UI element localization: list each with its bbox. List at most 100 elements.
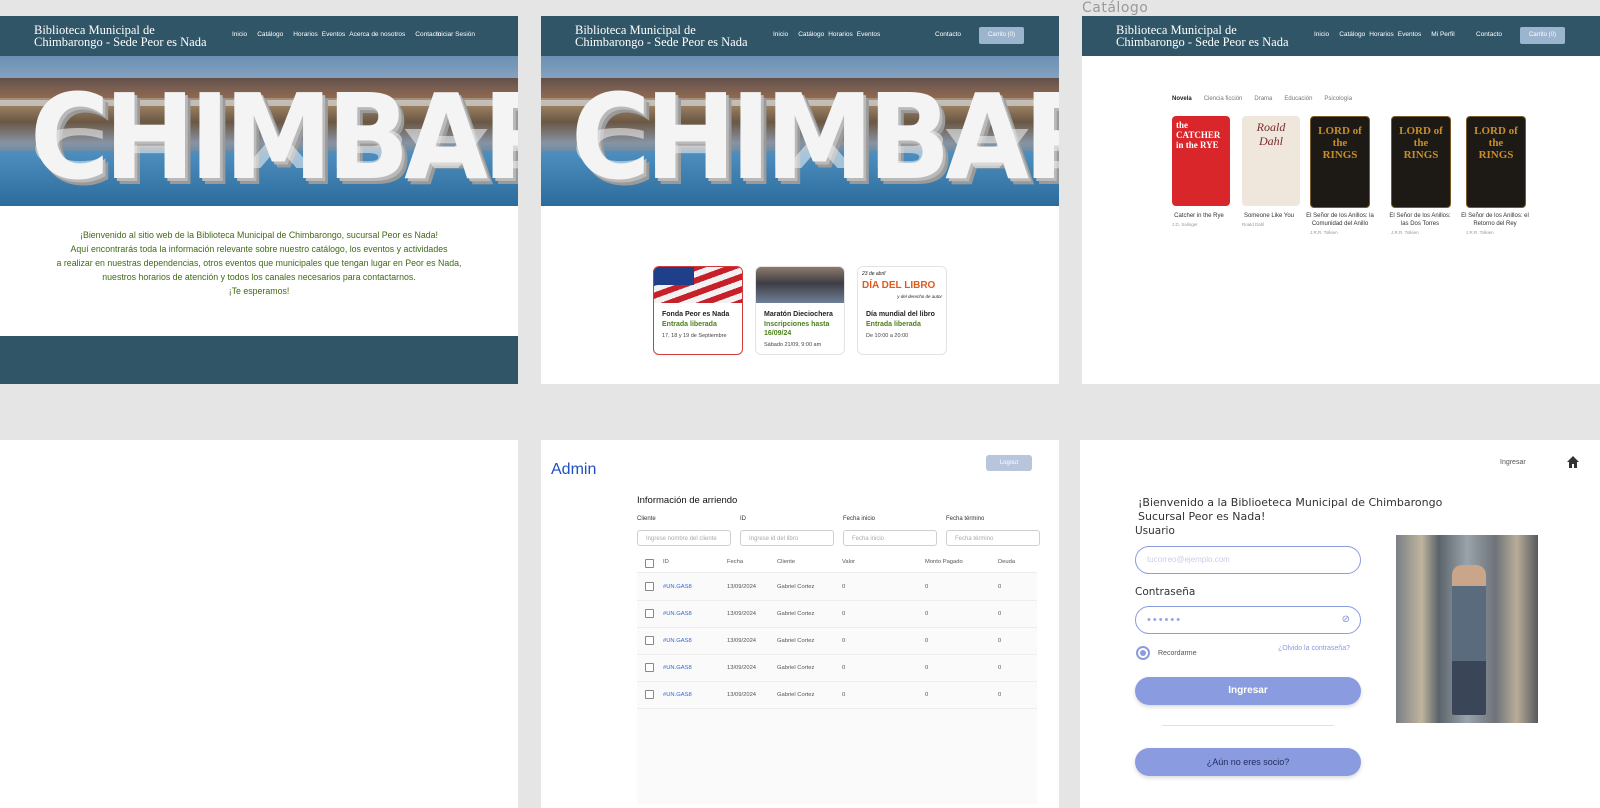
brand-line-2: Chimbarongo - Sede Peor es Nada	[1116, 35, 1289, 49]
row-client: Gabriel Cortez	[777, 692, 815, 698]
row-value: 0	[842, 692, 846, 698]
end-date-input[interactable]: Fecha término	[946, 530, 1040, 546]
client-filter-input[interactable]: Ingrese nombre del cliente	[637, 530, 731, 546]
login-button[interactable]: Ingresar	[1135, 677, 1361, 705]
password-label: Contraseña	[1135, 586, 1196, 598]
nav-link-catalogo[interactable]: Catálogo	[1339, 31, 1365, 38]
frame-events: Biblioteca Municipal de Chimbarongo - Sed…	[541, 16, 1059, 384]
event-card[interactable]: Fonda Peor es Nada Entrada liberada 17, …	[653, 266, 743, 355]
table-row[interactable]: #UN.GAS8 13/09/2024 Gabriel Cortez 0 0 0	[637, 601, 1037, 628]
event-subtitle: Entrada liberada	[866, 321, 921, 328]
hero-image: CHIMBARONGO CHIMBARONGO	[0, 56, 518, 206]
register-button[interactable]: ¿Aún no eres socio?	[1135, 748, 1361, 776]
person-figure	[1452, 565, 1486, 715]
nav-link-catalogo[interactable]: Catálogo	[798, 31, 824, 38]
nav-link-perfil[interactable]: Mi Perfil	[1431, 31, 1454, 38]
event-card[interactable]: 23 de abril DÍA DEL LIBRO y del derecho …	[857, 266, 947, 355]
row-id-link[interactable]: #UN.GAS8	[663, 584, 692, 590]
row-id-link[interactable]: #UN.GAS8	[663, 611, 692, 617]
nav-link-acerca[interactable]: Acerca de nosotros	[349, 31, 405, 38]
row-checkbox[interactable]	[645, 582, 654, 591]
row-checkbox[interactable]	[645, 609, 654, 618]
book-title[interactable]: El Señor de los Anillos: la Comunidad de…	[1304, 212, 1376, 228]
brand-line-2: Chimbarongo - Sede Peor es Nada	[34, 35, 207, 49]
tab-ciencia-ficcion[interactable]: Ciencia ficción	[1204, 96, 1243, 102]
nav-link-inicio[interactable]: Inicio	[232, 31, 247, 38]
forgot-password-link[interactable]: ¿Olvido la contraseña?	[1278, 645, 1350, 652]
row-checkbox[interactable]	[645, 663, 654, 672]
tab-educacion[interactable]: Educación	[1284, 96, 1312, 102]
brand[interactable]: Biblioteca Municipal de Chimbarongo - Sed…	[34, 24, 207, 49]
nav-link-eventos[interactable]: Eventos	[857, 31, 881, 38]
select-all-checkbox[interactable]	[645, 559, 654, 568]
flag-canton	[654, 267, 694, 285]
event-subtitle: Inscripciones hasta 16/09/24	[764, 321, 830, 337]
table-row[interactable]: #UN.GAS8 13/09/2024 Gabriel Cortez 0 0 0	[637, 682, 1037, 709]
cart-button[interactable]: Carrito (0)	[1520, 27, 1565, 44]
book-title[interactable]: El Señor de los Anillos: las Dos Torres	[1385, 212, 1455, 228]
frame-blank	[0, 440, 518, 808]
remember-radio[interactable]	[1136, 646, 1150, 660]
nav-link-contacto[interactable]: Contacto	[1476, 31, 1502, 38]
book-cover[interactable]: LORD of the RINGS	[1310, 116, 1370, 208]
book-title[interactable]: El Señor de los Anillos: el Retorno del …	[1460, 212, 1530, 228]
tab-novela[interactable]: Novela	[1172, 96, 1192, 102]
brand[interactable]: Biblioteca Municipal de Chimbarongo - Sed…	[1116, 24, 1289, 49]
nav-link-inicio[interactable]: Inicio	[773, 31, 788, 38]
nav-link-catalogo[interactable]: Catálogo	[257, 31, 283, 38]
email-field[interactable]: tucorreo@ejemplo.com	[1135, 546, 1361, 574]
row-value: 0	[842, 665, 846, 671]
nav-link-horarios[interactable]: Horarios	[1369, 31, 1394, 38]
row-value: 0	[842, 611, 846, 617]
event-title: Maratón Dieciochera	[764, 311, 833, 318]
row-id-link[interactable]: #UN.GAS8	[663, 665, 692, 671]
eye-icon[interactable]: ⊘	[1342, 607, 1350, 633]
logout-button[interactable]: Logout	[986, 455, 1032, 471]
cover-text: LORD of the RINGS	[1399, 125, 1443, 161]
row-checkbox[interactable]	[645, 690, 654, 699]
cart-button[interactable]: Carrito (0)	[979, 27, 1024, 44]
row-id-link[interactable]: #UN.GAS8	[663, 692, 692, 698]
frame-home: Biblioteca Municipal de Chimbarongo - Sed…	[0, 16, 518, 384]
cover-text: the CATCHER in the RYE	[1176, 120, 1221, 150]
brand[interactable]: Biblioteca Municipal de Chimbarongo - Sed…	[575, 24, 748, 49]
remember-label: Recordarme	[1158, 650, 1197, 657]
book-cover[interactable]: LORD of the RINGS	[1391, 116, 1451, 208]
book-cover[interactable]: Roald Dahl	[1242, 116, 1300, 206]
frame-login: Ingresar ¡Bienvenido a la Biblioeteca Mu…	[1080, 440, 1600, 808]
book-title[interactable]: Catcher in the Rye	[1168, 212, 1230, 220]
tab-drama[interactable]: Drama	[1254, 96, 1272, 102]
table-header: ID Fecha Cliente Valor Monto Pagado Deud…	[637, 554, 1037, 573]
welcome-text: ¡Bienvenido al sitio web de la Bibliotec…	[0, 228, 518, 298]
book-cover[interactable]: LORD of the RINGS	[1466, 116, 1526, 208]
nav-link-contacto[interactable]: Contacto	[935, 31, 961, 38]
table-row[interactable]: #UN.GAS8 13/09/2024 Gabriel Cortez 0 0 0	[637, 574, 1037, 601]
book-title[interactable]: Someone Like You	[1238, 212, 1300, 220]
section-heading: Información de arriendo	[637, 495, 738, 506]
row-checkbox[interactable]	[645, 636, 654, 645]
event-subtitle: Entrada liberada	[662, 321, 717, 328]
table-row[interactable]: #UN.GAS8 13/09/2024 Gabriel Cortez 0 0 0	[637, 655, 1037, 682]
password-dots: ••••••	[1147, 614, 1183, 626]
id-filter-input[interactable]: Ingrese id del libro	[740, 530, 834, 546]
nav-link-horarios[interactable]: Horarios	[828, 31, 853, 38]
event-image-flag	[654, 267, 742, 303]
nav-link-inicio[interactable]: Inicio	[1314, 31, 1329, 38]
row-paid: 0	[925, 611, 929, 617]
start-date-input[interactable]: Fecha inicio	[843, 530, 937, 546]
event-image-runners	[756, 267, 844, 303]
table-row[interactable]: #UN.GAS8 13/09/2024 Gabriel Cortez 0 0 0	[637, 628, 1037, 655]
event-card[interactable]: Maratón Dieciochera Inscripciones hasta …	[755, 266, 845, 355]
row-debt: 0	[998, 665, 1002, 671]
nav-link-horarios[interactable]: Horarios	[293, 31, 318, 38]
nav-link-eventos[interactable]: Eventos	[322, 31, 346, 38]
password-field[interactable]: •••••• ⊘	[1135, 606, 1361, 634]
home-icon[interactable]	[1566, 455, 1580, 469]
nav-link-eventos[interactable]: Eventos	[1398, 31, 1422, 38]
nav-login[interactable]: Iniciar Sesión	[436, 31, 475, 38]
book-cover[interactable]: the CATCHER in the RYE	[1172, 116, 1230, 206]
row-id-link[interactable]: #UN.GAS8	[663, 638, 692, 644]
login-link[interactable]: Ingresar	[1500, 459, 1526, 466]
event-date: 17, 18 y 19 de Septiembre	[662, 333, 727, 339]
tab-psicologia[interactable]: Psicología	[1324, 96, 1352, 102]
